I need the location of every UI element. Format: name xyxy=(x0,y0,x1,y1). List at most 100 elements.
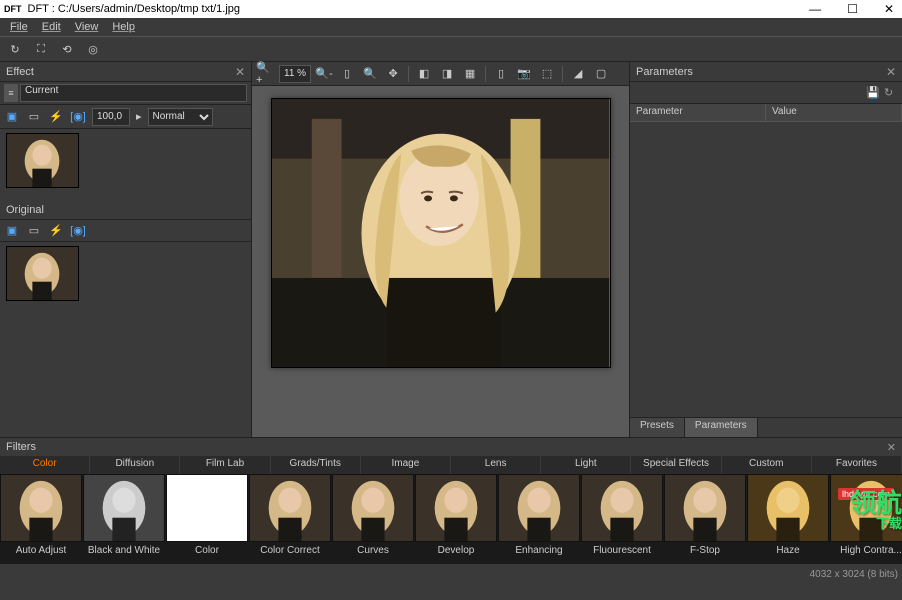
filter-tab-specialeffects[interactable]: Special Effects xyxy=(631,456,721,474)
camera-icon[interactable]: 📷 xyxy=(514,64,534,84)
filter-item[interactable]: Color Correct xyxy=(249,474,331,564)
filter-tab-favorites[interactable]: Favorites xyxy=(812,456,902,474)
menu-file[interactable]: File xyxy=(4,21,34,33)
titlebar: DFT DFT : C:/Users/admin/Desktop/tmp txt… xyxy=(0,0,902,18)
zoom-level[interactable]: 11 % xyxy=(279,65,311,83)
grid-icon[interactable]: ▦ xyxy=(460,64,480,84)
bracket-icon[interactable]: [◉] xyxy=(70,109,86,125)
app-icon: DFT xyxy=(4,4,22,14)
current-effect-input[interactable]: Current xyxy=(20,84,247,102)
flash-icon[interactable]: ⚡ xyxy=(48,109,64,125)
window-title: DFT : C:/Users/admin/Desktop/tmp txt/1.j… xyxy=(28,3,806,15)
parameter-header-row: Parameter Value xyxy=(630,104,902,122)
tab-parameters[interactable]: Parameters xyxy=(685,418,758,437)
filter-tab-gradstints[interactable]: Grads/Tints xyxy=(271,456,361,474)
menu-view[interactable]: View xyxy=(69,21,105,33)
filter-tab-custom[interactable]: Custom xyxy=(722,456,812,474)
filter-label: Fluourescent xyxy=(593,542,651,559)
rotate-icon[interactable]: ⟲ xyxy=(56,38,78,60)
target-icon[interactable]: ◎ xyxy=(82,38,104,60)
menu-help[interactable]: Help xyxy=(106,21,141,33)
filter-item[interactable]: Develop xyxy=(415,474,497,564)
save-icon[interactable]: 💾 xyxy=(866,86,880,100)
filter-label: Black and White xyxy=(88,542,160,559)
filter-label: High Contra... xyxy=(840,542,902,559)
parameter-col-header: Parameter xyxy=(630,104,766,121)
tab-presets[interactable]: Presets xyxy=(630,418,685,437)
watermark-small: 下载 xyxy=(876,513,902,532)
viewport-toolbar: 🔍+ 11 % 🔍- ▯ 🔍 ✥ ◧ ◨ ▦ ▯ 📷 ⬚ ◢ ▢ xyxy=(252,62,629,86)
reset-icon[interactable]: ↻ xyxy=(884,86,898,100)
filter-label: Auto Adjust xyxy=(16,542,67,559)
frame-icon[interactable]: ▢ xyxy=(591,64,611,84)
filter-tab-image[interactable]: Image xyxy=(361,456,451,474)
zoom-in-icon[interactable]: 🔍+ xyxy=(256,64,276,84)
pan-icon[interactable]: ✥ xyxy=(383,64,403,84)
layer-icon[interactable]: ▣ xyxy=(4,109,20,125)
maximize-button[interactable]: ☐ xyxy=(843,2,862,16)
filter-label: Develop xyxy=(438,542,475,559)
refresh-icon[interactable]: ↻ xyxy=(4,38,26,60)
value-col-header: Value xyxy=(766,104,902,121)
zoom-out-icon[interactable]: 🔍- xyxy=(314,64,334,84)
minimize-button[interactable]: — xyxy=(805,2,825,16)
current-thumbnail[interactable] xyxy=(6,133,79,188)
bracket-icon[interactable]: [◉] xyxy=(70,223,86,239)
close-icon[interactable]: ✕ xyxy=(235,65,245,79)
filter-label: Color Correct xyxy=(260,542,319,559)
parameters-body[interactable] xyxy=(630,122,902,417)
marquee-icon[interactable]: ⬚ xyxy=(537,64,557,84)
filter-item[interactable]: Black and White xyxy=(83,474,165,564)
filter-tab-diffusion[interactable]: Diffusion xyxy=(90,456,180,474)
histogram-icon[interactable]: ◢ xyxy=(568,64,588,84)
page-icon[interactable]: ▯ xyxy=(491,64,511,84)
filter-tab-light[interactable]: Light xyxy=(541,456,631,474)
filter-label: Enhancing xyxy=(515,542,562,559)
watermark-site: lhdown.com xyxy=(838,488,894,500)
filter-item[interactable]: Fluourescent xyxy=(581,474,663,564)
close-icon[interactable]: ✕ xyxy=(886,65,896,79)
original-thumbnail[interactable] xyxy=(6,246,79,301)
filter-label: Color xyxy=(195,542,219,559)
fit-icon[interactable]: ▯ xyxy=(337,64,357,84)
list-icon[interactable]: ≡ xyxy=(4,84,18,102)
main-toolbar: ↻ ⛶ ⟲ ◎ xyxy=(0,36,902,62)
blend-mode-select[interactable]: Normal xyxy=(148,108,213,126)
filter-item[interactable]: Color xyxy=(166,474,248,564)
opacity-value[interactable]: 100,0 xyxy=(92,108,130,126)
filter-label: F-Stop xyxy=(690,542,720,559)
filter-item[interactable]: Auto Adjust xyxy=(0,474,82,564)
close-icon[interactable]: ✕ xyxy=(887,441,896,454)
viewport-panel: 🔍+ 11 % 🔍- ▯ 🔍 ✥ ◧ ◨ ▦ ▯ 📷 ⬚ ◢ ▢ xyxy=(252,62,629,437)
stepper-icon[interactable]: ▸ xyxy=(136,110,142,123)
status-dimensions: 4032 x 3024 (8 bits) xyxy=(810,569,898,580)
filters-title: Filters xyxy=(6,441,36,453)
filter-item[interactable]: Haze xyxy=(747,474,829,564)
effect-panel-title: Effect xyxy=(6,66,34,78)
filter-label: Curves xyxy=(357,542,389,559)
parameters-title: Parameters xyxy=(636,66,693,78)
layer-icon[interactable]: ▣ xyxy=(4,223,20,239)
effect-panel: Effect ✕ ≡ Current ▣ ▭ ⚡ [◉] 100,0 ▸ Nor… xyxy=(0,62,252,437)
menu-edit[interactable]: Edit xyxy=(36,21,67,33)
zoom-icon[interactable]: 🔍 xyxy=(360,64,380,84)
original-label: Original xyxy=(6,204,44,216)
filter-tab-lens[interactable]: Lens xyxy=(451,456,541,474)
view-icon[interactable]: ▭ xyxy=(26,109,42,125)
filter-tab-filmlab[interactable]: Film Lab xyxy=(180,456,270,474)
filter-category-tabs: Color Diffusion Film Lab Grads/Tints Ima… xyxy=(0,456,902,474)
compare-side-icon[interactable]: ◨ xyxy=(437,64,457,84)
view-icon[interactable]: ▭ xyxy=(26,223,42,239)
compare-split-icon[interactable]: ◧ xyxy=(414,64,434,84)
image-preview[interactable] xyxy=(271,98,611,368)
flash-icon[interactable]: ⚡ xyxy=(48,223,64,239)
crop-icon[interactable]: ⛶ xyxy=(30,38,52,60)
close-button[interactable]: ✕ xyxy=(880,2,898,16)
filter-tab-color[interactable]: Color xyxy=(0,456,90,474)
parameters-panel: Parameters ✕ 💾 ↻ Parameter Value Presets… xyxy=(629,62,902,437)
filter-item[interactable]: Enhancing xyxy=(498,474,580,564)
filter-item[interactable]: F-Stop xyxy=(664,474,746,564)
filter-label: Haze xyxy=(776,542,799,559)
menubar: File Edit View Help xyxy=(0,18,902,36)
filter-item[interactable]: Curves xyxy=(332,474,414,564)
